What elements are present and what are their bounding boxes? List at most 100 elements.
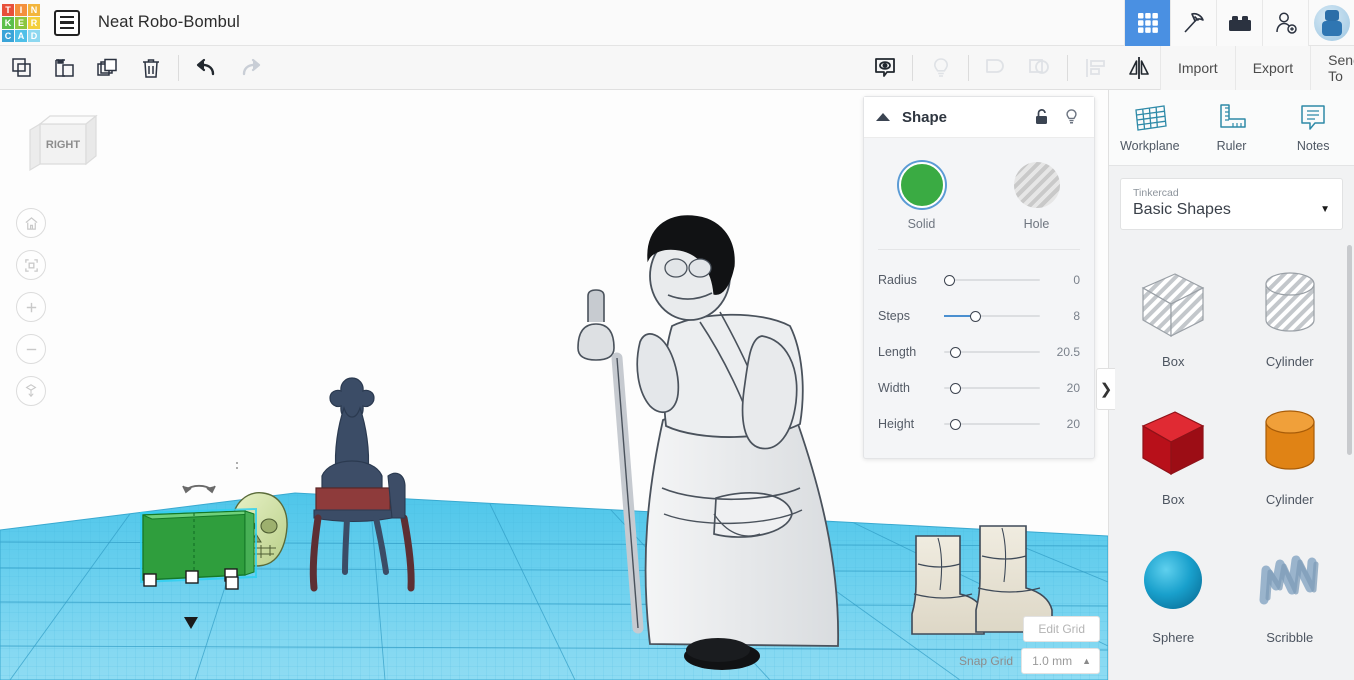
main-toolbar: Import Export Send To (0, 46, 1354, 90)
import-button[interactable]: Import (1160, 46, 1235, 90)
snap-grid-row: Snap Grid 1.0 mm ▲ (959, 648, 1100, 674)
hole-mode[interactable]: Hole (979, 162, 1094, 231)
ruler-tool[interactable]: Ruler (1191, 102, 1273, 153)
slider-value[interactable]: 20 (1040, 417, 1080, 431)
toolbar-right-buttons: Import Export Send To (1160, 46, 1354, 90)
slider-steps: Steps 8 (864, 298, 1094, 334)
slider-knob[interactable] (970, 311, 981, 322)
ruler-tool-label: Ruler (1217, 139, 1247, 153)
dropdown-eyebrow: Tinkercad (1133, 187, 1231, 199)
slider-track[interactable] (944, 306, 1040, 326)
slider-track[interactable] (944, 342, 1040, 362)
redo-arrow-icon[interactable] (228, 46, 271, 90)
slider-label: Radius (878, 273, 944, 287)
cylinder-orange-icon (1250, 404, 1330, 482)
tinkercad-logo[interactable]: T I N K E R C A D (2, 4, 40, 42)
sidebar-scrollbar[interactable] (1347, 245, 1352, 455)
view-cube[interactable]: RIGHT (22, 110, 98, 176)
shape-mode-selector: Solid Hole (864, 138, 1094, 249)
sidebar-tools: Workplane Ruler Notes (1109, 90, 1354, 166)
slider-knob[interactable] (950, 419, 961, 430)
slider-value[interactable]: 20.5 (1040, 345, 1080, 359)
workplane-tool-label: Workplane (1120, 139, 1180, 153)
menu-line (60, 27, 74, 30)
tinkercad-app: T I N K E R C A D Neat Robo-Bombul (0, 0, 1354, 680)
duplicate-icon[interactable] (86, 46, 129, 90)
apps-grid-icon[interactable] (1124, 0, 1170, 46)
avatar[interactable] (1308, 0, 1354, 46)
solid-swatch (899, 162, 945, 208)
shape-parameters: Radius 0 Steps 8 Length (864, 250, 1094, 458)
copy-icon[interactable] (0, 46, 43, 90)
home-view-icon[interactable] (16, 208, 46, 238)
hole-mode-label: Hole (1024, 217, 1050, 231)
slider-knob[interactable] (944, 275, 955, 286)
rotate-handle-icon[interactable] (183, 486, 215, 492)
slider-knob[interactable] (950, 383, 961, 394)
menu-line (60, 16, 74, 19)
hamburger-list-icon[interactable] (54, 10, 80, 36)
slider-track[interactable] (944, 270, 1040, 290)
slider-label: Length (878, 345, 944, 359)
lightbulb-icon[interactable] (919, 46, 962, 90)
slider-height: Height 20 (864, 406, 1094, 442)
box-striped-icon (1133, 266, 1213, 344)
slider-knob[interactable] (950, 347, 961, 358)
undo-arrow-icon[interactable] (185, 46, 228, 90)
shape-label: Cylinder (1266, 492, 1314, 507)
top-bar-actions (1124, 0, 1354, 46)
scribble-icon (1250, 542, 1330, 620)
toolbar-divider (912, 55, 913, 81)
toolbar-divider (178, 55, 179, 81)
slider-track[interactable] (944, 378, 1040, 398)
shape-inspector-panel: Shape Solid Hole (863, 96, 1095, 459)
add-person-icon[interactable] (1262, 0, 1308, 46)
slider-track[interactable] (944, 414, 1040, 434)
shape-label: Box (1162, 354, 1184, 369)
solid-mode[interactable]: Solid (864, 162, 979, 231)
chevron-right-icon[interactable]: ❯ (1096, 368, 1115, 410)
snap-grid-label: Snap Grid (959, 654, 1013, 668)
delete-trash-icon[interactable] (129, 46, 172, 90)
shapes-sidebar: Workplane Ruler Notes Tinkercad Bas (1108, 90, 1354, 680)
slider-value[interactable]: 0 (1040, 273, 1080, 287)
logo-tile-a: A (15, 30, 27, 42)
fit-to-view-icon[interactable] (16, 250, 46, 280)
perspective-toggle-icon[interactable] (16, 376, 46, 406)
group-shape-icon[interactable] (975, 46, 1018, 90)
snap-grid-select[interactable]: 1.0 mm ▲ (1021, 648, 1100, 674)
shape-cylinder-hole[interactable]: Cylinder (1232, 248, 1349, 386)
zoom-in-icon[interactable] (16, 292, 46, 322)
shape-label: Cylinder (1266, 354, 1314, 369)
paste-icon[interactable] (43, 46, 86, 90)
mirror-flip-icon[interactable] (1117, 46, 1160, 90)
shape-library-dropdown[interactable]: Tinkercad Basic Shapes ▼ (1120, 178, 1343, 230)
workplane-tool[interactable]: Workplane (1109, 102, 1191, 153)
shape-box-hole[interactable]: Box (1115, 248, 1232, 386)
edit-grid-button[interactable]: Edit Grid (1023, 616, 1100, 642)
zoom-out-icon[interactable] (16, 334, 46, 364)
notes-tool[interactable]: Notes (1272, 102, 1354, 153)
slider-value[interactable]: 8 (1040, 309, 1080, 323)
shape-sphere-blue[interactable]: Sphere (1115, 524, 1232, 662)
shape-cylinder-orange[interactable]: Cylinder (1232, 386, 1349, 524)
ungroup-shape-icon[interactable] (1018, 46, 1061, 90)
logo-tile-d: D (28, 30, 40, 42)
align-icon[interactable] (1074, 46, 1117, 90)
lego-brick-icon[interactable] (1216, 0, 1262, 46)
track-fill (944, 315, 973, 317)
pickaxe-icon[interactable] (1170, 0, 1216, 46)
edit-tools-group (0, 46, 271, 90)
user-avatar-robot (1314, 5, 1350, 41)
view-eye-icon[interactable] (863, 46, 906, 90)
export-button[interactable]: Export (1235, 46, 1310, 90)
triangle-up-icon[interactable] (864, 112, 902, 122)
lightbulb-icon[interactable] (1056, 108, 1086, 126)
shape-panel-header: Shape (864, 97, 1094, 138)
shape-scribble[interactable]: Scribble (1232, 524, 1349, 662)
slider-value[interactable]: 20 (1040, 381, 1080, 395)
shape-panel-title: Shape (902, 109, 1026, 126)
shape-box-red[interactable]: Box (1115, 386, 1232, 524)
unlock-padlock-icon[interactable] (1026, 108, 1056, 126)
send-to-button[interactable]: Send To (1310, 46, 1354, 90)
